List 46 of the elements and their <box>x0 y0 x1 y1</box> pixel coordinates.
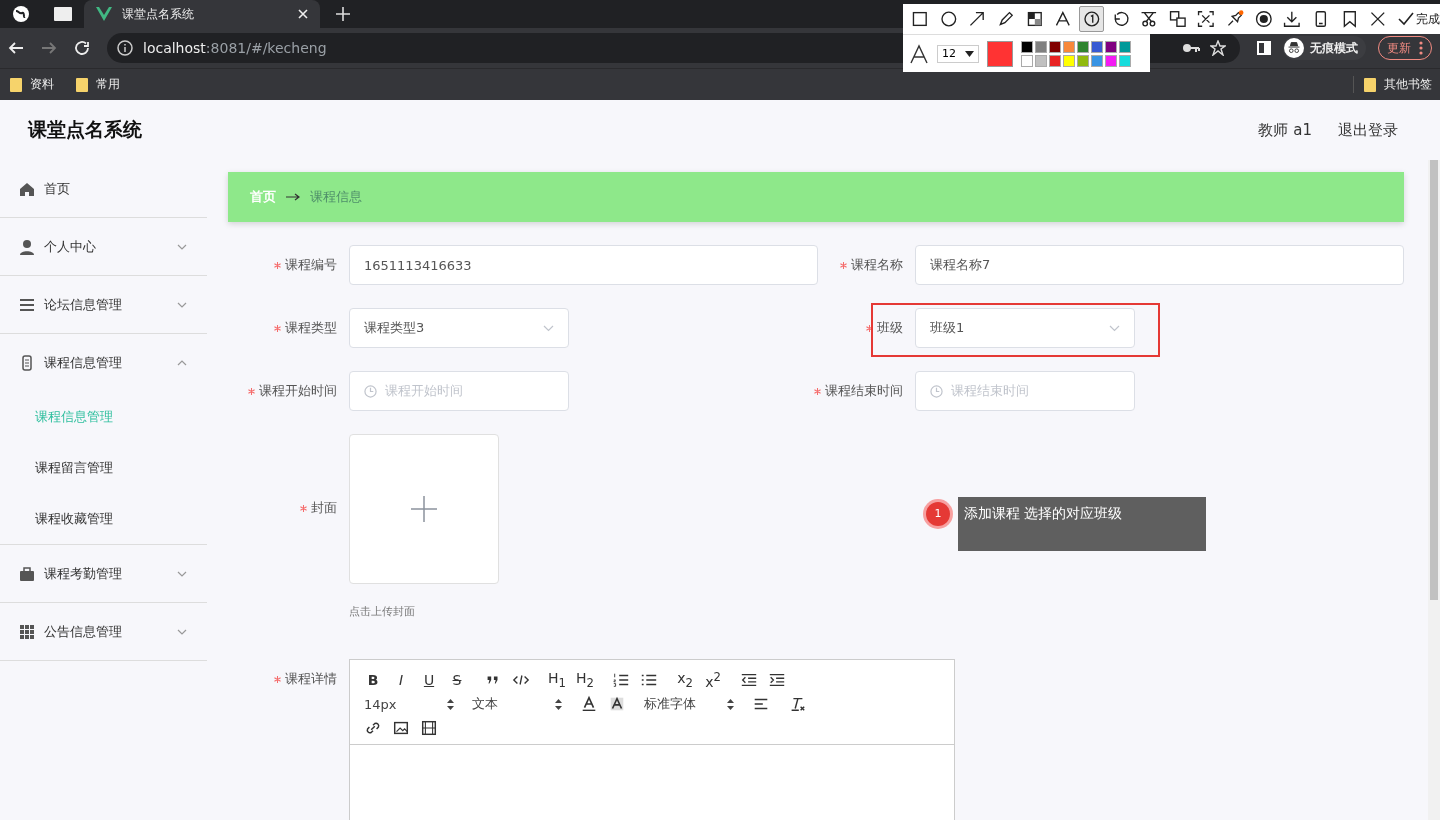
font-size-select[interactable]: 12 <box>937 44 979 63</box>
browser-tab[interactable]: 课堂点名系统 <box>84 0 320 28</box>
done-button[interactable]: 完成 <box>1397 10 1440 28</box>
annotation-number: 1 <box>926 502 950 526</box>
user-name: 教师 a1 <box>1258 120 1312 140</box>
field-label: 课程详情 <box>285 670 337 688</box>
select-field[interactable]: 班级1 <box>915 308 1135 348</box>
field-label: 课程结束时间 <box>825 382 903 400</box>
field-label: 课程开始时间 <box>259 382 337 400</box>
sidebar-item[interactable]: 论坛信息管理 <box>0 276 207 333</box>
toolbar-button[interactable]: B <box>364 672 382 688</box>
field-label: 课程名称 <box>851 256 903 274</box>
annotation-note: 添加课程 选择的对应班级 <box>958 497 1206 551</box>
toolbar-button[interactable]: x$^{2}$ <box>704 670 722 690</box>
sidebar-item[interactable]: 课程考勤管理 <box>0 545 207 602</box>
logout-link[interactable]: 退出登录 <box>1338 120 1398 140</box>
sidebar-item[interactable]: 个人中心 <box>0 218 207 275</box>
toolbar-button[interactable]: x$_{2}$ <box>676 670 694 690</box>
toolbar-button[interactable]: U <box>420 672 438 688</box>
field-label: 课程类型 <box>285 319 337 337</box>
toolbar-select[interactable]: 文本 <box>472 695 562 713</box>
toolbar-button[interactable]: H$_{2}$ <box>576 670 594 690</box>
app-title: 课堂点名系统 <box>28 117 142 142</box>
submenu-item[interactable]: 课程收藏管理 <box>0 493 207 544</box>
other-bookmarks[interactable]: 其他书签 <box>1353 76 1440 93</box>
url-text: localhost:8081/#/kecheng <box>143 40 327 56</box>
field-label: 班级 <box>877 319 903 337</box>
input-field[interactable]: 课程名称7 <box>915 245 1404 285</box>
sidebar-item[interactable]: 公告信息管理 <box>0 603 207 660</box>
select-field[interactable]: 课程类型3 <box>349 308 569 348</box>
submenu-item[interactable]: 课程留言管理 <box>0 442 207 493</box>
toolbar-button[interactable]: H$_{1}$ <box>548 670 566 690</box>
breadcrumb-current: 课程信息 <box>310 188 362 206</box>
field-label: 封面 <box>311 499 337 517</box>
sidebar-item[interactable]: 课程信息管理 <box>0 334 207 391</box>
bookmark-folder[interactable]: 资料 <box>10 76 54 93</box>
input-field[interactable]: 1651113416633 <box>349 245 818 285</box>
field-label: 课程编号 <box>285 256 337 274</box>
upload-hint: 点击上传封面 <box>349 604 416 619</box>
profile-button[interactable]: 无痕模式 <box>1283 36 1366 60</box>
sidebar-item[interactable]: 首页 <box>0 160 207 217</box>
bookmark-folder[interactable]: 常用 <box>76 76 120 93</box>
toolbar-button[interactable]: I <box>392 672 410 688</box>
toolbar-button[interactable]: S <box>448 672 466 688</box>
toolbar-select[interactable]: 14px <box>364 696 454 712</box>
toolbar-select[interactable]: 标准字体 <box>644 695 734 713</box>
